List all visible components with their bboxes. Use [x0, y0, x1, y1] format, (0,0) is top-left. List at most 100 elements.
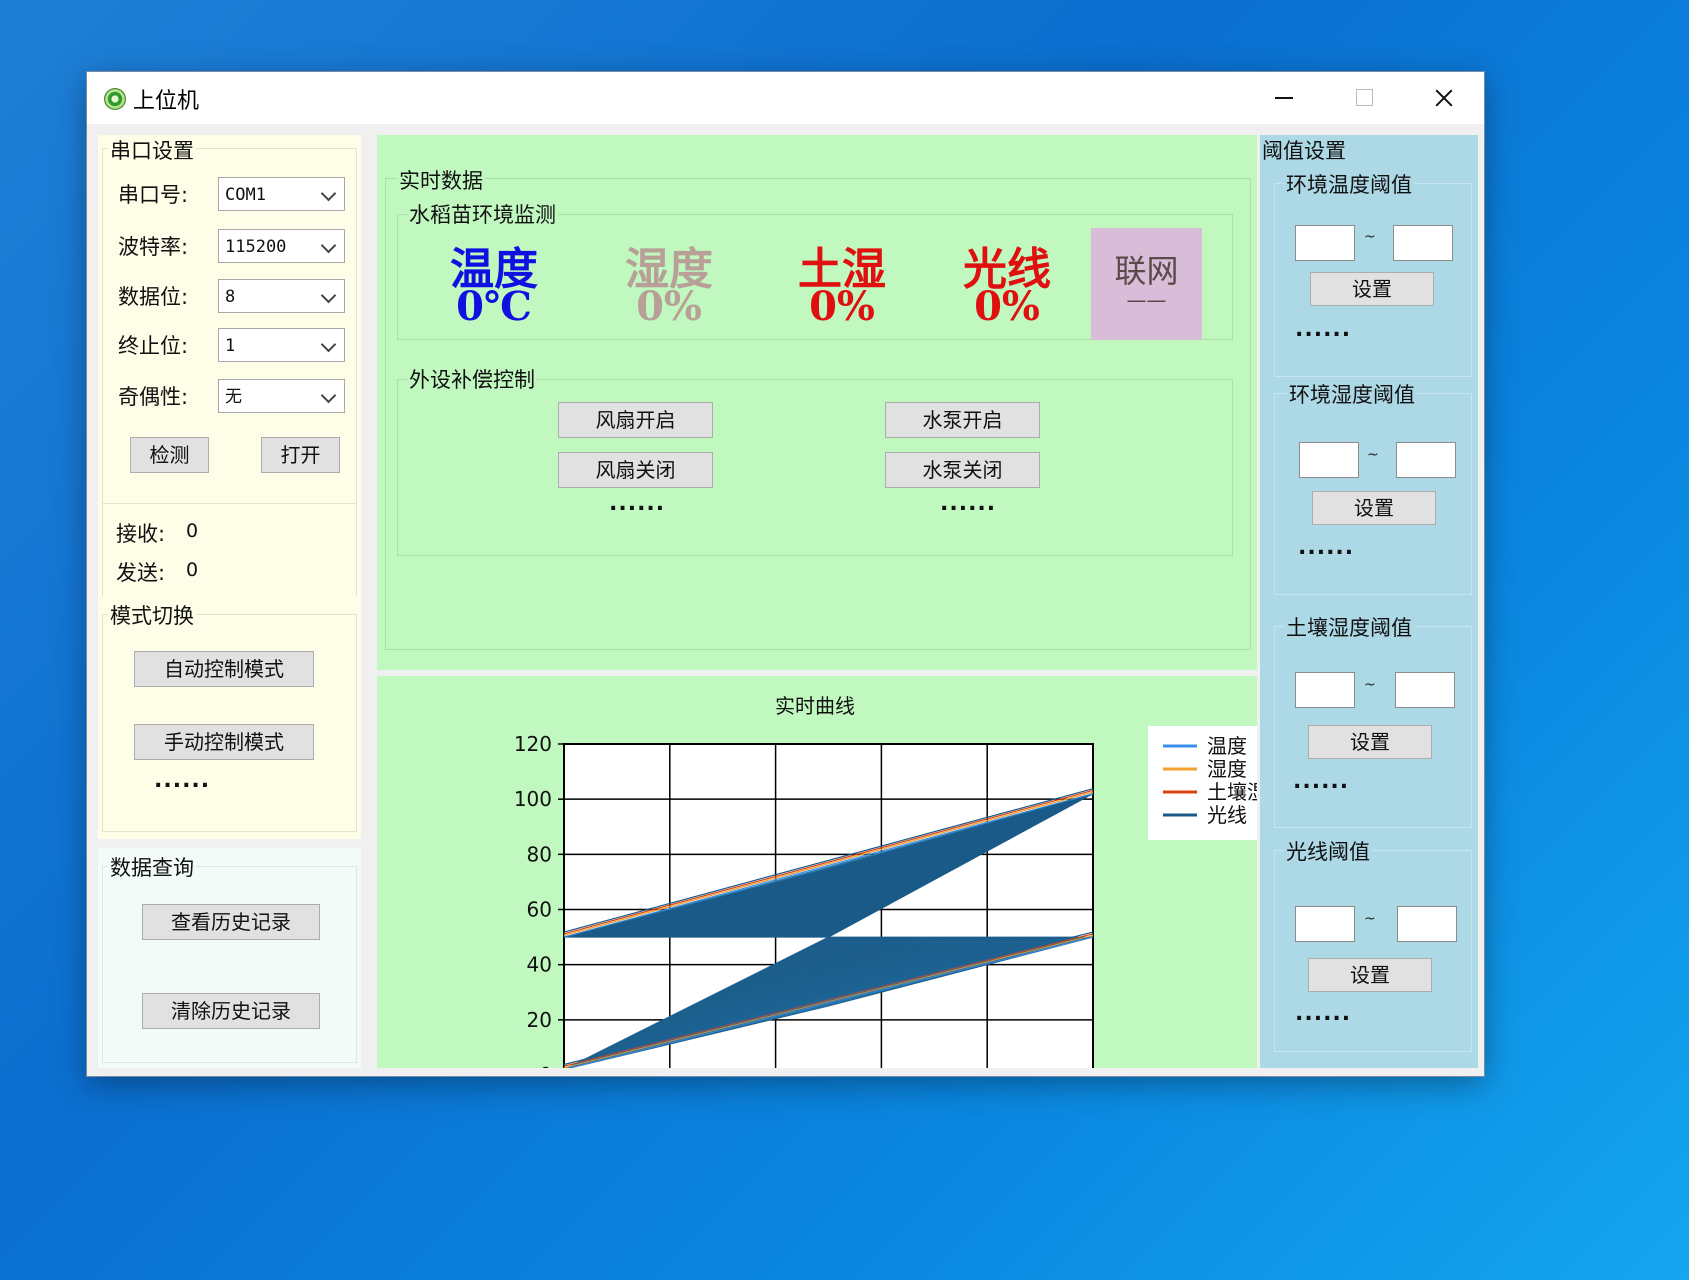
- control-title: 外设补偿控制: [407, 364, 537, 394]
- chart-panel: 实时曲线 020406080100020406080100120 温度湿度土壤湿…: [377, 676, 1257, 1068]
- network-label: 联网: [1114, 252, 1179, 290]
- manual-mode-button[interactable]: 手动控制模式: [134, 724, 314, 760]
- databits-label: 数据位:: [118, 285, 189, 309]
- fan-on-button[interactable]: 风扇开启: [558, 402, 713, 438]
- legend-label: 光线: [1207, 803, 1247, 827]
- soil-tilde: ~: [1364, 677, 1376, 693]
- port-select[interactable]: COM1: [218, 177, 345, 211]
- stopbits-value: 1: [225, 336, 236, 356]
- y-tick-label: 100: [514, 787, 552, 811]
- pump-on-button[interactable]: 水泵开启: [885, 402, 1040, 438]
- minimize-button[interactable]: [1244, 72, 1324, 124]
- chart-title: 实时曲线: [775, 694, 855, 718]
- main-window: 上位机 串口设置 串口号: COM1 波特率: 115200 数据位: 8 终止…: [87, 72, 1484, 1076]
- temp-tilde: ~: [1364, 229, 1376, 245]
- soil-threshold-title: 土壤湿度阈值: [1284, 612, 1414, 642]
- humid-value: 0%: [636, 283, 702, 330]
- network-value: ——: [1126, 288, 1167, 312]
- databits-select[interactable]: 8: [218, 279, 345, 313]
- query-title: 数据查询: [108, 852, 196, 882]
- auto-mode-button[interactable]: 自动控制模式: [134, 651, 314, 687]
- databits-value: 8: [225, 287, 236, 307]
- fan-off-button[interactable]: 风扇关闭: [558, 452, 713, 488]
- chevron-down-icon: [320, 185, 337, 202]
- pump-off-button[interactable]: 水泵关闭: [885, 452, 1040, 488]
- mode-dots: ......: [154, 768, 211, 793]
- realtime-chart: 实时曲线 020406080100020406080100120 温度湿度土壤湿…: [514, 694, 1257, 1068]
- light-threshold-title: 光线阈值: [1284, 836, 1372, 866]
- threshold-panel: 阈值设置 环境温度阈值 ~ 设置 ...... 环境湿度阈值 ~ 设置 ....…: [1260, 135, 1478, 1068]
- threshold-title: 阈值设置: [1260, 135, 1348, 165]
- mode-panel: 模式切换 自动控制模式 手动控制模式 ......: [98, 596, 361, 839]
- legend-label: 温度: [1207, 734, 1247, 758]
- humid-threshold-title: 环境湿度阈值: [1287, 379, 1417, 409]
- humid-min-input[interactable]: [1299, 442, 1359, 478]
- baud-select[interactable]: 115200: [218, 229, 345, 263]
- detect-button[interactable]: 检测: [130, 437, 209, 473]
- light-dots: ......: [1295, 1001, 1352, 1026]
- baud-value: 115200: [225, 237, 287, 257]
- mode-title: 模式切换: [108, 600, 196, 630]
- fan-dots: ......: [609, 491, 666, 516]
- maximize-button[interactable]: [1324, 72, 1404, 124]
- humid-set-button[interactable]: 设置: [1312, 491, 1436, 525]
- temp-threshold-title: 环境温度阈值: [1284, 169, 1414, 199]
- port-value: COM1: [225, 185, 266, 205]
- port-label: 串口号:: [118, 183, 189, 207]
- clear-history-button[interactable]: 清除历史记录: [142, 993, 320, 1029]
- soil-min-input[interactable]: [1295, 672, 1355, 708]
- temp-dots: ......: [1295, 317, 1352, 342]
- legend-label: 湿度: [1207, 757, 1247, 781]
- temp-max-input[interactable]: [1393, 225, 1453, 261]
- window-title: 上位机: [133, 89, 200, 114]
- y-tick-label: 80: [527, 842, 552, 866]
- y-tick-label: 0: [539, 1063, 552, 1068]
- light-min-input[interactable]: [1295, 906, 1355, 942]
- recv-value: 0: [186, 520, 199, 542]
- chevron-down-icon: [320, 387, 337, 404]
- humid-dots: ......: [1298, 535, 1355, 560]
- monitor-title: 水稻苗环境监测: [407, 199, 558, 229]
- close-button[interactable]: [1404, 72, 1484, 124]
- chevron-down-icon: [320, 287, 337, 304]
- view-history-button[interactable]: 查看历史记录: [142, 904, 320, 940]
- light-tilde: ~: [1364, 911, 1376, 927]
- realtime-title: 实时数据: [397, 165, 485, 195]
- send-label: 发送:: [116, 561, 166, 585]
- soil-max-input[interactable]: [1395, 672, 1455, 708]
- network-status-box: 联网 ——: [1091, 228, 1202, 340]
- title-bar: 上位机: [87, 72, 1484, 124]
- y-tick-label: 60: [527, 898, 552, 922]
- light-max-input[interactable]: [1397, 906, 1457, 942]
- baud-label: 波特率:: [118, 235, 189, 259]
- y-tick-label: 120: [514, 732, 552, 756]
- temp-min-input[interactable]: [1295, 225, 1355, 261]
- light-set-button[interactable]: 设置: [1308, 958, 1432, 992]
- temp-set-button[interactable]: 设置: [1310, 272, 1434, 306]
- soil-set-button[interactable]: 设置: [1308, 725, 1432, 759]
- parity-label: 奇偶性:: [118, 385, 189, 409]
- legend-label: 土壤湿度: [1207, 780, 1257, 804]
- stopbits-label: 终止位:: [118, 334, 189, 358]
- temp-value: 0℃: [456, 283, 532, 330]
- soil-dots: ......: [1293, 769, 1350, 794]
- soil-value: 0%: [809, 283, 875, 330]
- serial-settings-title: 串口设置: [108, 135, 196, 165]
- y-tick-label: 40: [527, 953, 552, 977]
- parity-select[interactable]: 无: [218, 379, 345, 413]
- humid-tilde: ~: [1367, 447, 1379, 463]
- y-tick-label: 20: [527, 1008, 552, 1032]
- realtime-panel: 实时数据 水稻苗环境监测 温度 0℃ 湿度 0% 土湿 0% 光线 0% 联网 …: [377, 135, 1257, 670]
- parity-value: 无: [225, 387, 242, 407]
- recv-label: 接收:: [116, 522, 166, 546]
- query-panel: 数据查询 查看历史记录 清除历史记录: [98, 848, 361, 1068]
- chevron-down-icon: [320, 237, 337, 254]
- serial-settings-panel: 串口设置 串口号: COM1 波特率: 115200 数据位: 8 终止位: 1…: [98, 135, 361, 662]
- stopbits-select[interactable]: 1: [218, 328, 345, 362]
- humid-max-input[interactable]: [1396, 442, 1456, 478]
- open-button[interactable]: 打开: [261, 437, 340, 473]
- chevron-down-icon: [320, 336, 337, 353]
- light-value: 0%: [974, 283, 1040, 330]
- send-value: 0: [186, 559, 199, 581]
- pump-dots: ......: [940, 491, 997, 516]
